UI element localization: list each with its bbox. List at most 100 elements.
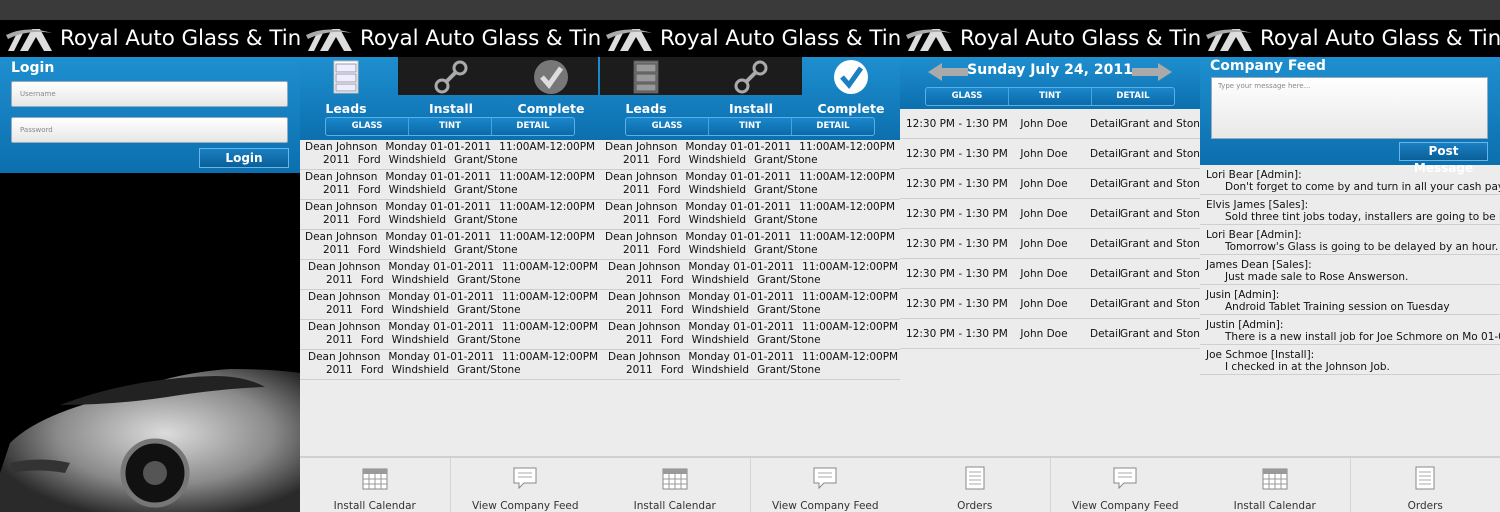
bottom-nav: Orders View Company Feed — [900, 456, 1200, 512]
view-company-feed-button[interactable]: View Company Feed — [451, 458, 601, 512]
orders-button[interactable]: Orders — [1351, 458, 1500, 512]
lead-date: Monday 01-01-2011 — [688, 351, 795, 363]
tab-detail[interactable]: DETAIL — [792, 118, 874, 135]
appointment-row[interactable]: 12:30 PM - 1:30 PM John Doe Detail Grant an… — [900, 199, 1200, 229]
tab-install[interactable]: Install — [711, 59, 791, 116]
lead-row[interactable]: Dean Johnson Monday 01-01-2011 11:00AM-12:… — [600, 170, 900, 200]
appointment-row[interactable]: 12:30 PM - 1:30 PM John Doe Detail Grant an… — [900, 109, 1200, 139]
tab-tint[interactable]: TINT — [1009, 88, 1092, 105]
lead-year: 2011 — [626, 273, 653, 286]
username-input[interactable]: Username — [11, 81, 288, 107]
feed-item: Elvis James [Sales]: Sold three tint jobs… — [1200, 195, 1500, 225]
lead-make: Ford — [657, 183, 681, 196]
lead-date: Monday 01-01-2011 — [688, 291, 795, 303]
lead-name: Dean Johnson — [308, 321, 381, 333]
tab-detail[interactable]: DETAIL — [492, 118, 574, 135]
install-calendar-button[interactable]: Install Calendar — [1200, 458, 1351, 512]
leads-header: Leads Install Complete GLASS TINT DETAIL — [300, 57, 600, 140]
tab-glass[interactable]: GLASS — [626, 118, 709, 135]
lead-row[interactable]: Dean Johnson Monday 01-01-2011 11:00AM-12:… — [300, 140, 600, 170]
lead-time: 11:00AM-12:00PM — [499, 141, 596, 153]
view-company-feed-button[interactable]: View Company Feed — [1051, 458, 1201, 512]
lead-line-1: Dean Johnson Monday 01-01-2011 11:00AM-12:… — [308, 291, 600, 304]
appointment-row[interactable]: 12:30 PM - 1:30 PM John Doe Detail Grant an… — [900, 259, 1200, 289]
lead-line-1: Dean Johnson Monday 01-01-2011 11:00AM-12:… — [605, 201, 900, 214]
lead-row[interactable]: Dean Johnson Monday 01-01-2011 11:00AM-12:… — [600, 350, 900, 380]
lead-row[interactable]: Dean Johnson Monday 01-01-2011 11:00AM-12:… — [300, 230, 600, 260]
tab-tint[interactable]: TINT — [409, 118, 492, 135]
lead-part: Windshield — [391, 363, 450, 376]
title-bar: Royal Auto Glass & Tint — [600, 20, 900, 57]
lead-part: Windshield — [388, 213, 447, 226]
view-company-feed-label: View Company Feed — [771, 500, 879, 512]
tab-detail[interactable]: DETAIL — [1092, 88, 1174, 105]
lead-part: Windshield — [688, 183, 747, 196]
lead-row[interactable]: Dean Johnson Monday 01-01-2011 11:00AM-12:… — [300, 290, 600, 320]
lead-row[interactable]: Dean Johnson Monday 01-01-2011 11:00AM-12:… — [600, 230, 900, 260]
tab-complete-label: Complete — [817, 101, 885, 116]
lead-row[interactable]: Dean Johnson Monday 01-01-2011 11:00AM-12:… — [600, 140, 900, 170]
lead-row[interactable]: Dean Johnson Monday 01-01-2011 11:00AM-12:… — [600, 260, 900, 290]
tab-glass[interactable]: GLASS — [926, 88, 1009, 105]
feed-message: Don't forget to come by and turn in all … — [1225, 181, 1500, 193]
lead-row[interactable]: Dean Johnson Monday 01-01-2011 11:00AM-12:… — [600, 200, 900, 230]
arrow-right-icon[interactable] — [1132, 63, 1172, 81]
orders-button[interactable]: Orders — [900, 458, 1051, 512]
lead-make: Ford — [660, 363, 684, 376]
lead-date: Monday 01-01-2011 — [388, 291, 495, 303]
lead-line-1: Dean Johnson Monday 01-01-2011 11:00AM-12:… — [605, 231, 900, 244]
lead-row[interactable]: Dean Johnson Monday 01-01-2011 11:00AM-12:… — [300, 350, 600, 380]
tab-install[interactable]: Install — [411, 59, 491, 116]
title-bar: Royal Auto Glass & Tint — [0, 20, 300, 57]
login-button[interactable]: Login — [199, 148, 289, 168]
appointment-name: John Doe — [1020, 327, 1068, 340]
lead-part: Windshield — [691, 273, 750, 286]
install-calendar-button[interactable]: Install Calendar — [300, 458, 451, 512]
tab-leads[interactable]: Leads — [306, 59, 386, 116]
lead-row[interactable]: Dean Johnson Monday 01-01-2011 11:00AM-12:… — [300, 200, 600, 230]
tab-complete[interactable]: Complete — [811, 59, 891, 116]
password-input[interactable]: Password — [11, 117, 288, 143]
lead-time: 11:00AM-12:00PM — [502, 321, 599, 333]
company-feed-screen: Royal Auto Glass & Tint Company Feed Typ… — [1200, 20, 1500, 512]
tab-glass[interactable]: GLASS — [326, 118, 409, 135]
file-cabinet-icon — [633, 60, 659, 94]
app-logo-icon — [606, 28, 652, 51]
tab-leads[interactable]: Leads — [606, 59, 686, 116]
appointment-row[interactable]: 12:30 PM - 1:30 PM John Doe Detail Grant an… — [900, 289, 1200, 319]
lead-date: Monday 01-01-2011 — [688, 261, 795, 273]
tab-leads-label: Leads — [325, 101, 367, 116]
message-input[interactable]: Type your message here... — [1211, 77, 1488, 139]
lead-line-2: 2011 Ford Windshield Grant/Stone — [605, 154, 900, 167]
appointment-name: John Doe — [1020, 117, 1068, 130]
lead-location: Grant/Stone — [757, 363, 821, 376]
lead-list: Dean Johnson Monday 01-01-2011 11:00AM-12:… — [600, 140, 900, 380]
lead-year: 2011 — [626, 303, 653, 316]
lead-time: 11:00AM-12:00PM — [799, 141, 896, 153]
checkmark-icon — [834, 60, 868, 94]
category-tabs: GLASS TINT DETAIL — [325, 117, 575, 136]
tab-complete[interactable]: Complete — [511, 59, 591, 116]
appointment-row[interactable]: 12:30 PM - 1:30 PM John Doe Detail Grant an… — [900, 169, 1200, 199]
feed-author: Jusin [Admin]: — [1206, 289, 1280, 301]
appointment-row[interactable]: 12:30 PM - 1:30 PM John Doe Detail Grant an… — [900, 139, 1200, 169]
lead-row[interactable]: Dean Johnson Monday 01-01-2011 11:00AM-12:… — [300, 170, 600, 200]
view-company-feed-button[interactable]: View Company Feed — [751, 458, 901, 512]
install-calendar-button[interactable]: Install Calendar — [600, 458, 751, 512]
lead-row[interactable]: Dean Johnson Monday 01-01-2011 11:00AM-12:… — [300, 260, 600, 290]
title-bar: Royal Auto Glass & Tint — [1200, 20, 1500, 57]
category-tabs: GLASS TINT DETAIL — [925, 87, 1175, 106]
post-message-button[interactable]: Post Message — [1399, 142, 1488, 175]
lead-year: 2011 — [326, 333, 353, 346]
appointment-row[interactable]: 12:30 PM - 1:30 PM John Doe Detail Grant an… — [900, 229, 1200, 259]
lead-row[interactable]: Dean Johnson Monday 01-01-2011 11:00AM-12:… — [600, 320, 900, 350]
calendar-icon — [362, 468, 388, 490]
lead-row[interactable]: Dean Johnson Monday 01-01-2011 11:00AM-12:… — [300, 320, 600, 350]
lead-line-2: 2011 Ford Windshield Grant/Stone — [608, 274, 900, 287]
appointment-time: 12:30 PM - 1:30 PM — [906, 147, 1008, 160]
lead-date: Monday 01-01-2011 — [388, 351, 495, 363]
tab-tint[interactable]: TINT — [709, 118, 792, 135]
appointment-row[interactable]: 12:30 PM - 1:30 PM John Doe Detail Grant an… — [900, 319, 1200, 349]
lead-time: 11:00AM-12:00PM — [502, 261, 599, 273]
lead-row[interactable]: Dean Johnson Monday 01-01-2011 11:00AM-12:… — [600, 290, 900, 320]
